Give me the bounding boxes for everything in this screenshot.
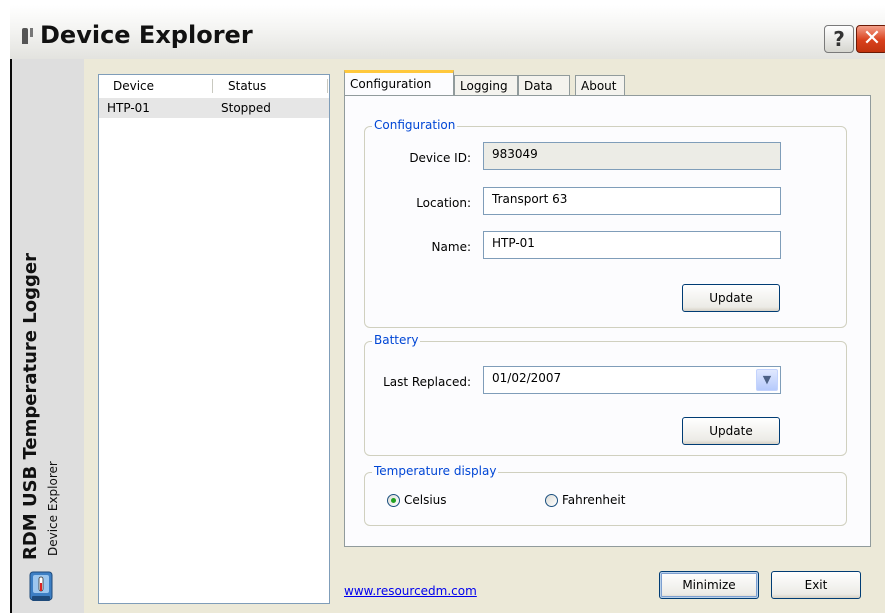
last-replaced-label: Last Replaced: bbox=[383, 375, 471, 389]
configuration-tab-panel: Configuration Device ID: 983049 Location… bbox=[344, 95, 871, 547]
update-battery-button[interactable]: Update bbox=[682, 417, 780, 445]
tab-configuration[interactable]: Configuration bbox=[344, 70, 454, 96]
column-divider[interactable] bbox=[212, 79, 213, 93]
configuration-group-legend: Configuration bbox=[372, 118, 458, 132]
update-configuration-button[interactable]: Update bbox=[682, 284, 780, 312]
fahrenheit-radio[interactable] bbox=[545, 494, 558, 507]
last-replaced-datepicker[interactable]: 01/02/2007 ▼ bbox=[483, 366, 781, 394]
table-row[interactable]: HTP-01 Stopped bbox=[99, 98, 329, 118]
device-list-header: Device Status bbox=[99, 75, 329, 97]
window-title: Device Explorer bbox=[40, 21, 253, 49]
temperature-display-group: Temperature display Celsius Fahrenheit bbox=[364, 464, 847, 526]
radio-selected-dot bbox=[391, 498, 396, 503]
tab-data[interactable]: Data bbox=[518, 75, 570, 95]
title-bar[interactable]: Device Explorer ? ✕ bbox=[10, 5, 885, 60]
device-explorer-window: Device Explorer ? ✕ RDM USB Temperature … bbox=[0, 0, 885, 613]
tab-about[interactable]: About bbox=[575, 75, 625, 95]
usb-logger-icon bbox=[29, 571, 53, 601]
column-divider[interactable] bbox=[327, 79, 328, 93]
location-field[interactable]: Transport 63 bbox=[483, 187, 781, 215]
sidebar-title: RDM USB Temperature Logger bbox=[20, 253, 41, 560]
name-label: Name: bbox=[431, 240, 471, 254]
configuration-group: Configuration Device ID: 983049 Location… bbox=[364, 118, 847, 328]
last-replaced-value: 01/02/2007 bbox=[492, 371, 562, 385]
fahrenheit-label[interactable]: Fahrenheit bbox=[562, 493, 625, 507]
minimize-button[interactable]: Minimize bbox=[659, 571, 759, 599]
chevron-down-icon[interactable]: ▼ bbox=[756, 369, 778, 391]
device-list[interactable]: Device Status HTP-01 Stopped bbox=[98, 74, 330, 604]
battery-group-legend: Battery bbox=[372, 333, 421, 347]
column-header-status[interactable]: Status bbox=[228, 79, 266, 93]
device-id-field: 983049 bbox=[483, 142, 781, 170]
celsius-radio[interactable] bbox=[387, 494, 400, 507]
device-id-label: Device ID: bbox=[409, 151, 471, 165]
temperature-display-legend: Temperature display bbox=[372, 464, 499, 478]
thermometer-icon bbox=[22, 28, 28, 44]
battery-group: Battery Last Replaced: 01/02/2007 ▼ Upda… bbox=[364, 333, 847, 456]
device-cell: HTP-01 bbox=[107, 101, 150, 115]
help-button[interactable]: ? bbox=[824, 25, 854, 53]
website-link[interactable]: www.resourcedm.com bbox=[344, 584, 477, 598]
celsius-label[interactable]: Celsius bbox=[404, 493, 447, 507]
status-cell: Stopped bbox=[221, 101, 271, 115]
sidebar-subtitle: Device Explorer bbox=[46, 461, 60, 556]
tab-logging[interactable]: Logging bbox=[454, 75, 518, 95]
exit-button[interactable]: Exit bbox=[771, 571, 861, 599]
name-field[interactable]: HTP-01 bbox=[483, 231, 781, 259]
location-label: Location: bbox=[416, 196, 471, 210]
column-header-device[interactable]: Device bbox=[113, 79, 154, 93]
close-button[interactable]: ✕ bbox=[856, 25, 885, 53]
thermometer-icon-detail bbox=[30, 28, 33, 37]
